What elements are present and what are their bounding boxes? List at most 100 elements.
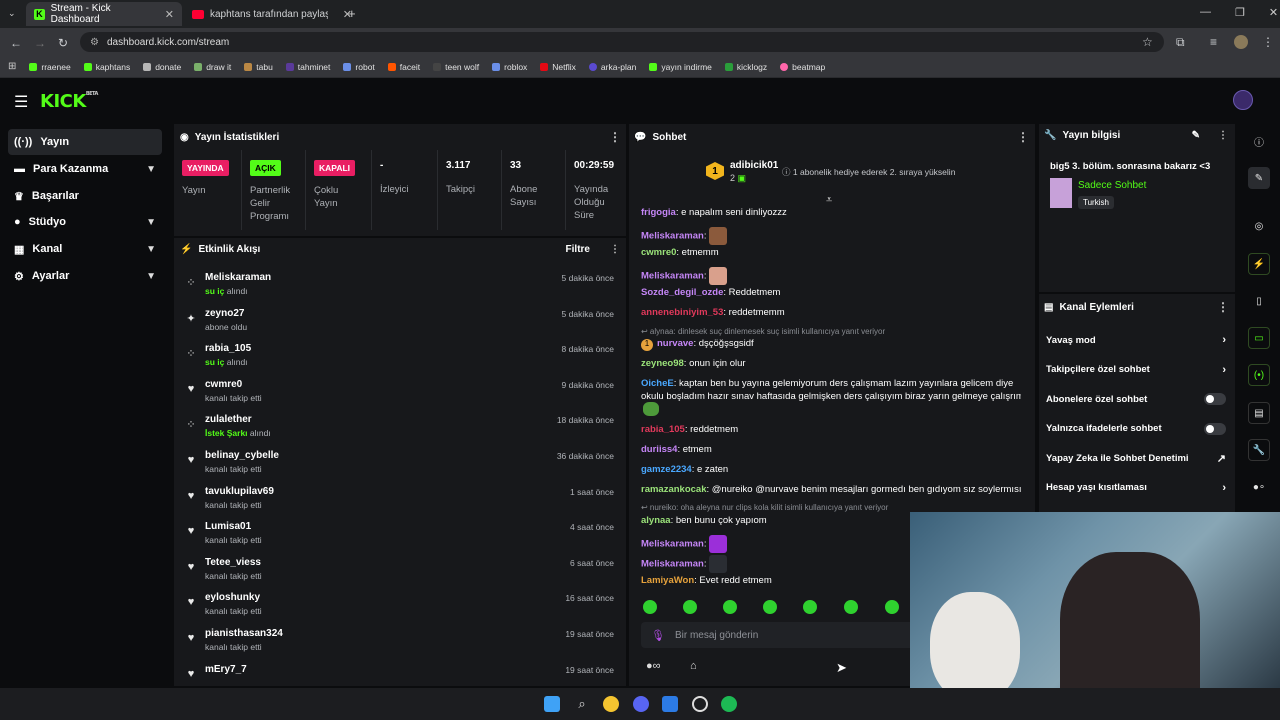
spotify-icon[interactable] — [721, 696, 737, 712]
chat-username[interactable]: Meliskaraman — [641, 271, 704, 282]
chat-username[interactable]: zeyneo98 — [641, 358, 684, 369]
chat-username[interactable]: LamiyaWon — [641, 575, 694, 586]
chat-username[interactable]: Meliskaraman — [641, 539, 704, 550]
chat-username[interactable]: Meliskaraman — [641, 231, 704, 242]
minimize-icon[interactable]: — — [1200, 6, 1211, 19]
activity-item[interactable]: ♥ pianisthasan324 kanalı takip etti 19 saat… — [180, 628, 620, 660]
activity-item[interactable]: ⁘ zulalether İstek Şarkı alındı 18 dakika ö… — [180, 414, 620, 446]
media-icon[interactable]: ≡ — [1210, 35, 1217, 49]
sidebar-item-yayin[interactable]: ((·)) Yayın — [8, 129, 162, 155]
chat-username[interactable]: alynaa — [641, 515, 671, 526]
bookmark[interactable]: rraenee — [29, 62, 71, 72]
bookmark[interactable]: yayın indirme — [649, 62, 712, 72]
lightning-icon[interactable]: ⚡ — [1248, 253, 1270, 275]
chat-username[interactable]: cwmre0 — [641, 247, 676, 258]
edit-icon[interactable]: ✎ — [1192, 130, 1200, 141]
tab-search-icon[interactable]: ⌄ — [8, 8, 16, 19]
activity-item[interactable]: ⁘ rabia_105 su iç alındı 8 dakika önce — [180, 343, 620, 375]
channel-action-item[interactable]: Abonelere özel sohbet — [1046, 389, 1226, 409]
bookmark[interactable]: robot — [343, 62, 375, 72]
bookmark[interactable]: tahminet — [285, 62, 330, 72]
bookmark[interactable]: kaphtans — [83, 62, 130, 72]
more-icon[interactable]: ⋮ — [1218, 130, 1228, 141]
sidebar-item-ayarlar[interactable]: ⚙ Ayarlar ▼ — [8, 263, 162, 289]
chat-username[interactable]: rabia_105 — [641, 424, 685, 435]
address-bar[interactable]: ⚙ dashboard.kick.com/stream — [80, 32, 1164, 52]
quick-emote[interactable] — [885, 600, 899, 614]
quick-emote[interactable] — [723, 600, 737, 614]
discord-icon[interactable] — [633, 696, 649, 712]
document-icon[interactable]: ▯ — [1248, 290, 1270, 312]
stream-category[interactable]: Sadece Sohbet — [1078, 180, 1146, 191]
toggle-switch[interactable] — [1204, 393, 1226, 405]
browser-tab-youtube[interactable]: kaphtans tarafından paylaşılan ✕ — [184, 2, 360, 26]
toggle-switch[interactable] — [1204, 422, 1226, 435]
app-icon[interactable] — [662, 696, 678, 712]
search-icon[interactable]: ⌕ — [574, 696, 590, 712]
channel-action-item[interactable]: Hesap yaşı kısıtlaması › — [1046, 478, 1226, 498]
chat-username[interactable]: Meliskaraman — [641, 559, 704, 570]
chat-username[interactable]: annenebiniyim_53 — [641, 307, 723, 318]
more-icon[interactable]: ⋮ — [609, 130, 621, 144]
chat-username[interactable]: duriiss4 — [641, 444, 677, 455]
window-close-icon[interactable]: ✕ — [1269, 6, 1278, 19]
activity-item[interactable]: ♥ cwmre0 kanalı takip etti 9 dakika önce — [180, 379, 620, 411]
wrench-icon[interactable]: 🔧 — [1248, 439, 1270, 461]
gift-prompt[interactable]: ⓘ 1 abonelik hediye ederek 2. sıraya yük… — [782, 166, 955, 178]
emote-icon[interactable]: ●∘ — [1248, 476, 1270, 498]
browser-tab-kick[interactable]: K Stream - Kick Dashboard ✕ — [26, 2, 182, 26]
site-info-icon[interactable]: ⚙ — [90, 37, 99, 48]
bookmark-star-icon[interactable]: ☆ — [1142, 35, 1153, 49]
quick-emote[interactable] — [763, 600, 777, 614]
menu-icon[interactable]: ⋮ — [1262, 35, 1274, 49]
bookmark[interactable]: teen wolf — [433, 62, 479, 72]
chat-username[interactable]: ramazankocak — [641, 484, 706, 495]
bookmark[interactable]: donate — [143, 62, 181, 72]
close-icon[interactable]: ✕ — [165, 8, 174, 21]
quick-emote[interactable] — [803, 600, 817, 614]
target-icon[interactable]: ◎ — [1248, 215, 1270, 237]
emote-picker-icon[interactable]: ●∞ — [646, 660, 661, 672]
channel-action-item[interactable]: Yalnızca ifadelerle sohbet — [1046, 419, 1226, 439]
new-tab-icon[interactable]: + — [348, 6, 356, 21]
channel-action-item[interactable]: Yapay Zeka ile Sohbet Denetimi ↗ — [1046, 448, 1226, 468]
activity-item[interactable]: ♥ eyloshunky kanalı takip etti 16 saat önce — [180, 592, 620, 624]
sidebar-item-basarilar[interactable]: ♛ Başarılar — [8, 183, 162, 209]
reload-icon[interactable]: ↻ — [58, 36, 68, 50]
bookmark[interactable]: faceit — [387, 62, 420, 72]
forward-icon[interactable]: → — [34, 36, 46, 50]
activity-item[interactable]: ♥ Tetee_viess kanalı takip etti 6 saat önce — [180, 557, 620, 589]
more-icon[interactable]: ⋮ — [1217, 300, 1229, 314]
restore-icon[interactable]: ❐ — [1235, 6, 1245, 19]
sidebar-item-studyo[interactable]: ● Stüdyo ▼ — [8, 209, 162, 235]
kick-logo[interactable]: KICKBETA — [40, 91, 98, 112]
windows-start-icon[interactable] — [544, 696, 560, 712]
store-icon[interactable]: ⌂ — [690, 660, 697, 672]
more-icon[interactable]: ⋮ — [610, 244, 620, 255]
quick-emote[interactable] — [643, 600, 657, 614]
bookmark[interactable]: draw it — [194, 62, 231, 72]
activity-item[interactable]: ⁘ Meliskaraman su iç alındı 5 dakika önce — [180, 272, 620, 304]
sidebar-item-kanal[interactable]: ▦ Kanal ▼ — [8, 236, 162, 262]
bookmark[interactable]: roblox — [492, 62, 527, 72]
osu-icon[interactable] — [692, 696, 708, 712]
bookmark[interactable]: arka-plan — [588, 62, 636, 72]
chat-username[interactable]: OicheE — [641, 378, 674, 389]
activity-item[interactable]: ♥ belinay_cybelle kanalı takip etti 36 daki… — [180, 450, 620, 482]
user-avatar[interactable] — [1233, 90, 1253, 110]
channel-action-item[interactable]: Takipçilere özel sohbet › — [1046, 360, 1226, 380]
sidebar-item-para-kazanma[interactable]: ▬ Para Kazanma ▼ — [8, 156, 162, 182]
chat-username[interactable]: nurvave — [657, 338, 693, 349]
bookmark[interactable]: tabu — [244, 62, 273, 72]
activity-item[interactable]: ♥ tavuklupilav69 kanalı takip etti 1 saat ö… — [180, 486, 620, 518]
bookmark[interactable]: beatmap — [780, 62, 825, 72]
info-icon[interactable]: ⓘ — [1248, 130, 1270, 152]
extensions-icon[interactable]: ⧉ — [1176, 35, 1185, 50]
bookmark[interactable]: Netflix — [540, 62, 576, 72]
quick-emote[interactable] — [844, 600, 858, 614]
filter-button[interactable]: Filtre — [566, 244, 590, 255]
activity-item[interactable]: ✦ zeyno27 abone oldu 5 dakika önce — [180, 308, 620, 340]
edit-icon[interactable]: ✎ — [1248, 167, 1270, 189]
bookmark[interactable]: kicklogz — [724, 62, 767, 72]
apps-icon[interactable]: ⊞ — [8, 61, 16, 72]
